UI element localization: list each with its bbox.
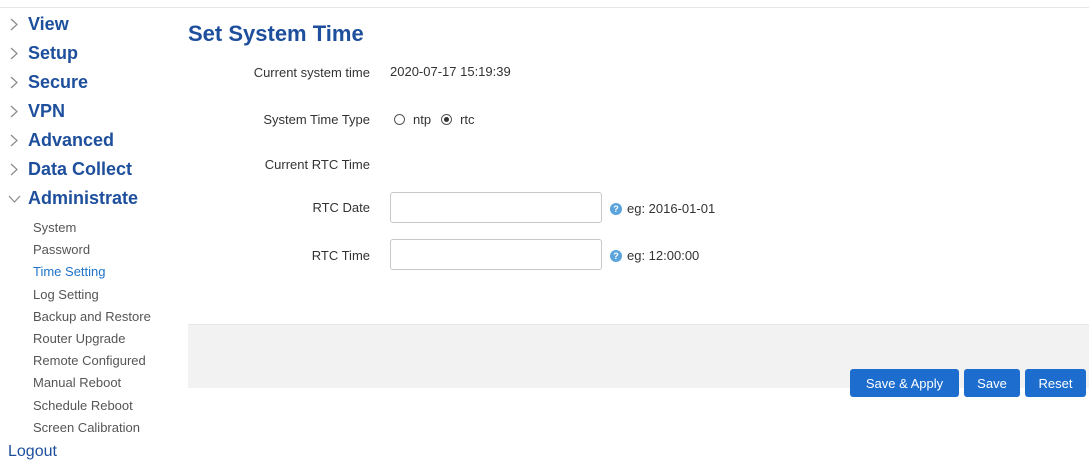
submenu-item-log-setting[interactable]: Log Setting xyxy=(33,284,175,306)
current-rtc-time-label: Current RTC Time xyxy=(264,157,370,172)
chevron-right-icon xyxy=(0,18,28,31)
sidebar-item-view[interactable]: View xyxy=(0,10,175,39)
radio-rtc-label: rtc xyxy=(460,112,475,127)
save-button[interactable]: Save xyxy=(964,369,1020,397)
radio-selected-dot xyxy=(444,117,450,122)
rtc-time-hint: ? eg: 12:00:00 xyxy=(610,248,699,263)
sidebar-item-label: View xyxy=(28,14,69,34)
save-apply-button[interactable]: Save & Apply xyxy=(850,369,959,397)
sidebar-item-vpn[interactable]: VPN xyxy=(0,97,175,126)
chevron-right-icon xyxy=(0,47,28,60)
rtc-date-hint: ? eg: 2016-01-01 xyxy=(610,201,715,216)
submenu-item-backup-restore[interactable]: Backup and Restore xyxy=(33,306,175,328)
chevron-right-icon xyxy=(0,134,28,147)
chevron-down-icon xyxy=(0,195,28,203)
submenu-item-password[interactable]: Password xyxy=(33,239,175,261)
submenu-item-time-setting[interactable]: Time Setting xyxy=(33,261,175,283)
rtc-time-hint-text: eg: 12:00:00 xyxy=(627,248,700,263)
rtc-time-label: RTC Time xyxy=(311,248,370,263)
sidebar: View Setup Secure VPN Advanced Data Coll… xyxy=(0,10,175,439)
sidebar-item-secure[interactable]: Secure xyxy=(0,68,175,97)
chevron-right-icon xyxy=(0,105,28,118)
sidebar-item-setup[interactable]: Setup xyxy=(0,39,175,68)
sidebar-item-data-collect[interactable]: Data Collect xyxy=(0,155,175,184)
administrate-submenu: System Password Time Setting Log Setting… xyxy=(0,217,175,439)
submenu-item-schedule-reboot[interactable]: Schedule Reboot xyxy=(33,395,175,417)
logout-link[interactable]: Logout xyxy=(8,443,57,461)
help-icon: ? xyxy=(610,249,622,262)
radio-ntp-label: ntp xyxy=(413,112,432,127)
top-divider xyxy=(0,7,1089,8)
sidebar-item-label: Advanced xyxy=(28,130,115,150)
submenu-item-system[interactable]: System xyxy=(33,217,175,239)
sidebar-item-administrate[interactable]: Administrate xyxy=(0,184,175,213)
rtc-date-input[interactable] xyxy=(390,192,602,223)
sidebar-item-label: Data Collect xyxy=(28,159,133,179)
sidebar-item-label: Setup xyxy=(28,43,79,63)
chevron-right-icon xyxy=(0,76,28,89)
page-title: Set System Time xyxy=(188,21,364,46)
submenu-item-router-upgrade[interactable]: Router Upgrade xyxy=(33,328,175,350)
system-time-type-label: System Time Type xyxy=(263,112,370,127)
submenu-item-remote-configured[interactable]: Remote Configured xyxy=(33,350,175,372)
rtc-time-input[interactable] xyxy=(390,239,602,270)
sidebar-item-advanced[interactable]: Advanced xyxy=(0,126,175,155)
radio-ntp[interactable] xyxy=(394,114,405,125)
reset-button[interactable]: Reset xyxy=(1025,369,1086,397)
radio-rtc[interactable] xyxy=(441,114,453,125)
sidebar-item-label: Secure xyxy=(28,72,89,92)
submenu-item-screen-calibration[interactable]: Screen Calibration xyxy=(33,417,175,439)
submenu-item-manual-reboot[interactable]: Manual Reboot xyxy=(33,372,175,394)
action-bar: Save & Apply Save Reset xyxy=(188,324,1089,397)
system-time-type-group: ntp rtc xyxy=(394,112,485,127)
sidebar-item-label: VPN xyxy=(28,101,66,121)
current-time-value: 2020-07-17 15:19:39 xyxy=(390,64,511,79)
current-time-label: Current system time xyxy=(253,65,370,80)
rtc-date-hint-text: eg: 2016-01-01 xyxy=(627,201,716,216)
rtc-date-label: RTC Date xyxy=(312,200,370,215)
chevron-right-icon xyxy=(0,163,28,176)
sidebar-item-label: Administrate xyxy=(28,188,139,208)
help-icon: ? xyxy=(610,202,622,215)
